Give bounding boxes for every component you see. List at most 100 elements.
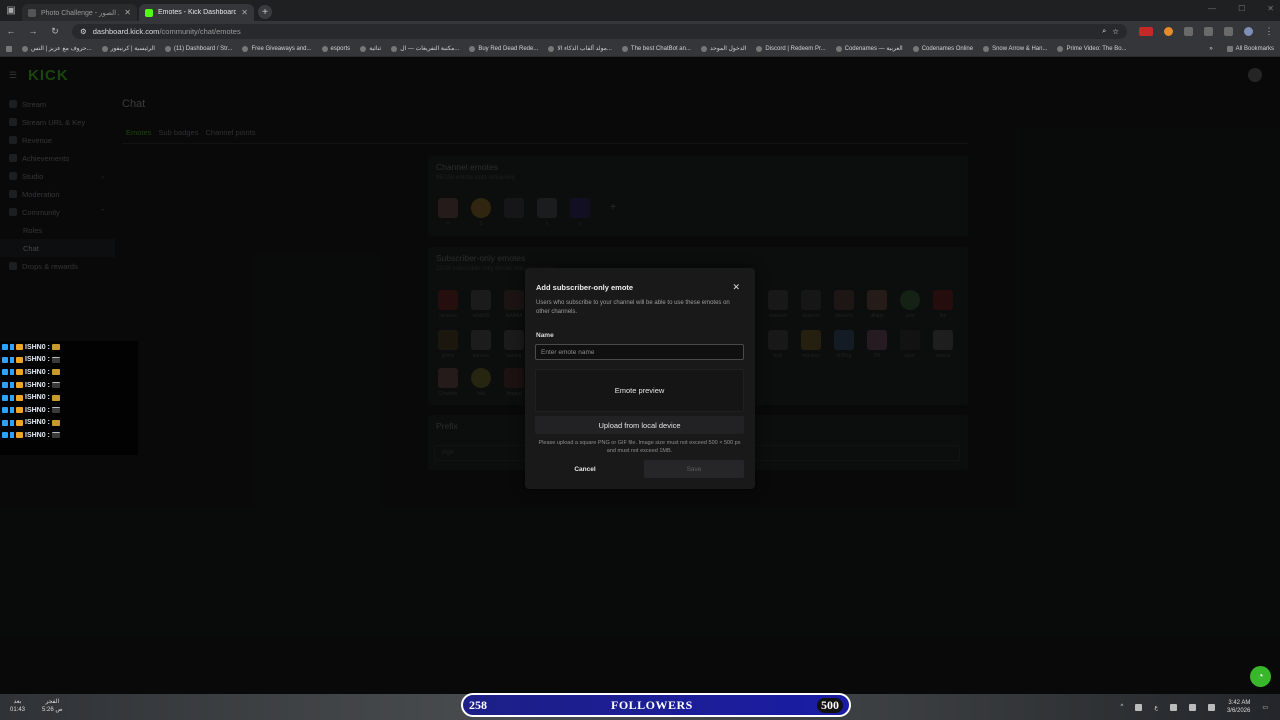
followers-goal-bar: 258 FOLLOWERS 500 bbox=[461, 693, 851, 717]
apps-icon[interactable] bbox=[6, 45, 12, 52]
bookmark-item[interactable]: (11) Dashboard / Str... bbox=[164, 45, 232, 52]
badge-icon bbox=[2, 344, 8, 351]
prayer-widget-2[interactable]: الفجر 5:26 ص bbox=[42, 698, 63, 714]
battery-icon[interactable] bbox=[1207, 703, 1215, 711]
site-info-icon[interactable]: ⚙ bbox=[80, 27, 87, 36]
badge-icon bbox=[10, 369, 14, 376]
emote-name-input[interactable] bbox=[535, 344, 744, 360]
url-input[interactable]: ⚙ dashboard.kick.com/community/chat/emot… bbox=[72, 23, 1127, 39]
badge-icon bbox=[16, 407, 23, 414]
bookmark-item[interactable]: مكتبة التفريغات — ال... bbox=[391, 45, 459, 52]
extension-icon[interactable] bbox=[1139, 26, 1153, 36]
chat-message: ISHN0 : bbox=[0, 354, 138, 367]
bookmark-item[interactable]: Prime Video: The Bo... bbox=[1057, 45, 1127, 52]
zoom-icon[interactable]: ⌕ bbox=[1102, 26, 1106, 36]
badge-icon bbox=[16, 344, 23, 351]
badge-icon bbox=[10, 344, 14, 351]
more-bookmarks-icon[interactable]: » bbox=[1209, 46, 1212, 52]
badge-icon bbox=[16, 432, 23, 439]
tab-close-icon[interactable]: ✕ bbox=[124, 8, 131, 17]
minimize-icon[interactable]: — bbox=[1208, 4, 1216, 13]
bookmark-item[interactable]: الرئيسية | كرنيفور bbox=[101, 45, 155, 52]
extension-icon[interactable] bbox=[1164, 26, 1173, 36]
badge-icon bbox=[10, 394, 14, 401]
badge-icon bbox=[16, 382, 23, 389]
tray-icon[interactable] bbox=[1135, 703, 1143, 711]
bookmark-item[interactable]: The best ChatBot an... bbox=[621, 45, 691, 52]
bookmark-item[interactable]: Free Giveaways and... bbox=[242, 45, 312, 52]
bookmark-item[interactable]: مولد ألقاب الذكاء الا... bbox=[548, 45, 612, 52]
url-path: /community/chat/emotes bbox=[159, 26, 241, 36]
badge-icon bbox=[2, 382, 8, 389]
new-tab-button[interactable]: + bbox=[258, 5, 272, 19]
close-window-icon[interactable]: ✕ bbox=[1267, 4, 1274, 13]
badge-icon bbox=[10, 432, 14, 439]
badge-icon bbox=[10, 356, 14, 363]
bookmark-item[interactable]: ثنائية bbox=[360, 45, 381, 52]
language-indicator[interactable]: ع bbox=[1154, 704, 1158, 711]
tab-search-icon[interactable]: ▣ bbox=[0, 0, 22, 21]
prayer-widget[interactable]: بعد 01:43 bbox=[10, 698, 25, 714]
chat-message: ISHN0 : bbox=[0, 404, 138, 417]
extensions: ⋮ bbox=[1139, 26, 1274, 37]
close-icon[interactable]: ✕ bbox=[732, 282, 740, 293]
volume-icon[interactable] bbox=[1169, 703, 1177, 711]
bookmark-star-icon[interactable]: ☆ bbox=[1112, 27, 1119, 36]
sidebar-icon[interactable] bbox=[1224, 26, 1233, 36]
menu-icon[interactable]: ⋮ bbox=[1264, 26, 1274, 37]
extension-icon[interactable] bbox=[1184, 26, 1193, 36]
clock[interactable]: 3:42 AM 3/6/2026 bbox=[1227, 699, 1250, 715]
badge-icon bbox=[10, 382, 14, 389]
tab-close-icon[interactable]: ✕ bbox=[241, 8, 248, 17]
upload-button[interactable]: Upload from local device bbox=[535, 416, 744, 434]
bookmark-item[interactable]: Buy Red Dead Rede... bbox=[469, 45, 538, 52]
bookmark-item[interactable]: الدخول الموحد bbox=[700, 45, 746, 52]
help-chat-icon[interactable]: ◔ bbox=[1250, 666, 1271, 687]
maximize-icon[interactable]: ☐ bbox=[1238, 4, 1245, 13]
emote-icon bbox=[51, 432, 60, 439]
profile-icon[interactable] bbox=[1244, 26, 1253, 36]
chat-message: ISHN0 : bbox=[0, 429, 138, 442]
bookmark-item[interactable]: Snow Arrow & Han... bbox=[983, 45, 1047, 52]
stream-chat-overlay: ISHN0 : ISHN0 : ISHN0 : ISHN0 : ISHN0 : … bbox=[0, 341, 138, 455]
network-icon[interactable] bbox=[1188, 703, 1196, 711]
chat-message: ISHN0 : bbox=[0, 391, 138, 404]
badge-icon bbox=[10, 419, 14, 426]
url-domain: dashboard.kick.com bbox=[92, 26, 160, 36]
badge-icon bbox=[2, 356, 8, 363]
emote-icon bbox=[51, 407, 60, 414]
emote-preview-label: Emote preview bbox=[614, 386, 665, 395]
back-icon[interactable]: ← bbox=[6, 26, 16, 36]
add-emote-modal: Add subscriber-only emote ✕ Users who su… bbox=[525, 268, 755, 489]
notifications-icon[interactable]: ▭ bbox=[1262, 704, 1268, 711]
emote-icon bbox=[51, 419, 60, 426]
save-button[interactable]: Save bbox=[644, 460, 744, 478]
badge-icon bbox=[2, 419, 8, 426]
screen: ▣ Photo Challenge - تحدي الصور ✕ Emotes … bbox=[0, 0, 1280, 720]
followers-goal: 500 bbox=[817, 697, 843, 713]
badge-icon bbox=[16, 419, 23, 426]
bookmark-item[interactable]: حروف مع عزيز | النس... bbox=[22, 45, 92, 52]
emote-preview: Emote preview bbox=[535, 369, 744, 412]
badge-icon bbox=[2, 394, 8, 401]
browser-tab-active[interactable]: Emotes - Kick Dashboard ✕ bbox=[139, 4, 254, 21]
browser-tab[interactable]: Photo Challenge - تحدي الصور ✕ bbox=[22, 4, 137, 21]
bookmark-item[interactable]: esports bbox=[321, 45, 350, 52]
badge-icon bbox=[2, 407, 8, 414]
bookmark-item[interactable]: Codenames — العربية bbox=[835, 45, 903, 52]
tab-title: Emotes - Kick Dashboard bbox=[158, 9, 237, 16]
emote-icon bbox=[51, 382, 60, 389]
badge-icon bbox=[2, 369, 8, 376]
system-tray: ^ ع 3:42 AM 3/6/2026 ▭ bbox=[1121, 699, 1268, 715]
chat-message: ISHN0 : bbox=[0, 417, 138, 430]
badge-icon bbox=[16, 356, 23, 363]
tray-chevron-icon[interactable]: ^ bbox=[1121, 704, 1124, 710]
bookmark-item[interactable]: Discord | Redeem Pr... bbox=[756, 45, 826, 52]
all-bookmarks[interactable]: All Bookmarks bbox=[1226, 45, 1274, 52]
forward-icon[interactable]: → bbox=[28, 26, 38, 36]
bookmark-item[interactable]: Codenames Online bbox=[912, 45, 973, 52]
reload-icon[interactable]: ↻ bbox=[50, 26, 60, 37]
puzzle-icon[interactable] bbox=[1204, 26, 1213, 36]
cancel-button[interactable]: Cancel bbox=[535, 460, 635, 478]
badge-icon bbox=[16, 369, 23, 376]
